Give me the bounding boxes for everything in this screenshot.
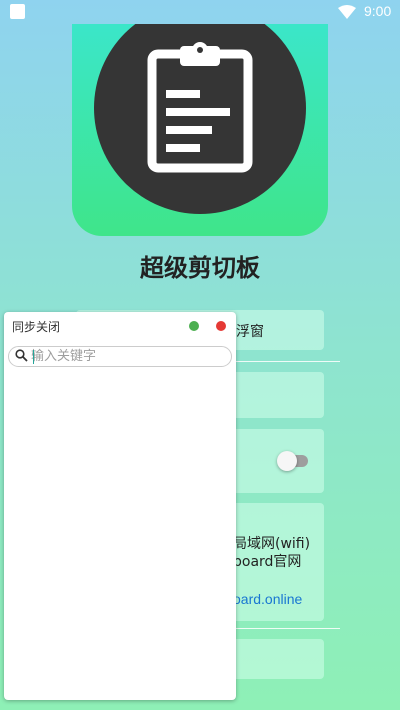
floating-window[interactable]: 同步关闭 [4,312,236,700]
official-site-label: board官网 [233,554,302,570]
notification-icon [10,4,25,19]
status-bar: 9:00 [0,0,400,24]
toggle-switch[interactable] [277,451,297,471]
wifi-icon [338,5,356,19]
status-time: 9:00 [364,3,392,19]
text-cursor [33,350,34,364]
sync-status-dot[interactable] [189,321,199,331]
lan-label: 局域网(wifi) [233,536,311,552]
search-input[interactable] [31,348,221,365]
app-logo [72,24,328,236]
search-box[interactable] [8,346,232,367]
app-title: 超级剪切板 [140,254,260,282]
sync-status-label[interactable]: 同步关闭 [12,318,60,335]
official-site-link[interactable]: oard.online [233,591,302,607]
close-dot[interactable] [216,321,226,331]
search-icon [15,349,28,362]
clipboard-icon [147,42,253,173]
floating-window-label: 浮窗 [236,324,264,340]
